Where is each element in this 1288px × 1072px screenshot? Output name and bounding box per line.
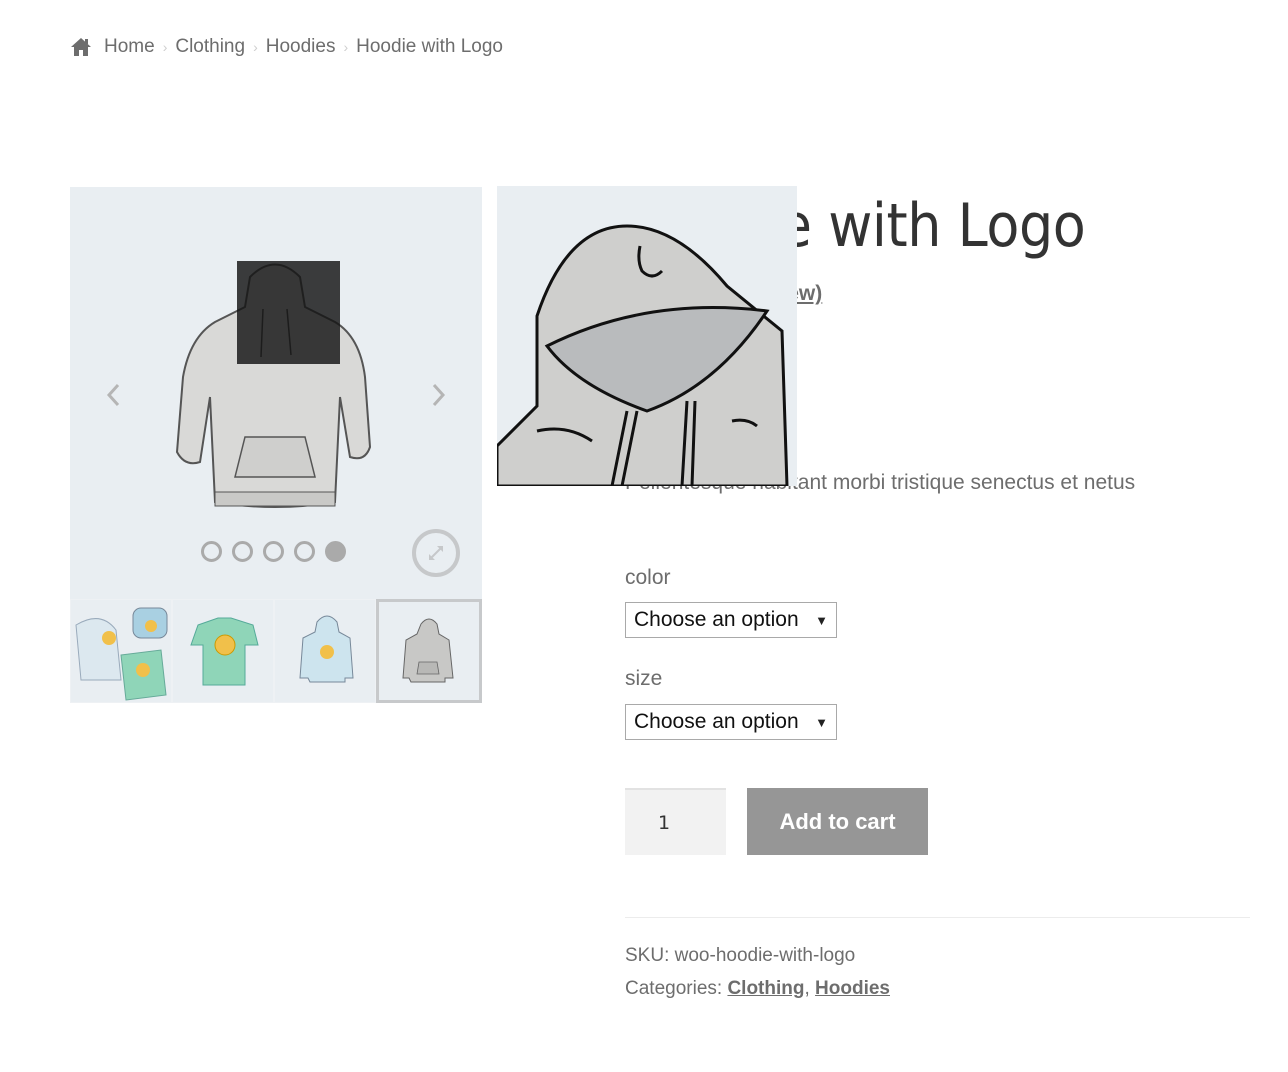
category-link-clothing[interactable]: Clothing bbox=[727, 978, 804, 999]
home-icon[interactable] bbox=[70, 37, 92, 57]
breadcrumb-hoodies[interactable]: Hoodies bbox=[266, 36, 336, 58]
thumbnail-set[interactable] bbox=[70, 599, 172, 703]
breadcrumb-separator: › bbox=[162, 39, 168, 55]
categories-line: Categories: Clothing, Hoodies bbox=[625, 978, 890, 999]
slider-dot[interactable] bbox=[201, 541, 222, 562]
chevron-left-icon[interactable] bbox=[104, 383, 124, 407]
product-gallery bbox=[70, 187, 482, 703]
zoom-preview-pane bbox=[497, 186, 797, 486]
breadcrumb-clothing[interactable]: Clothing bbox=[175, 36, 245, 58]
breadcrumb: Home › Clothing › Hoodies › Hoodie with … bbox=[70, 36, 503, 58]
zoom-lens bbox=[237, 261, 340, 364]
thumbnail-gray-hoodie[interactable] bbox=[376, 599, 482, 703]
size-label: size bbox=[625, 667, 663, 690]
thumbnail-blue-hoodie[interactable] bbox=[274, 599, 376, 703]
sku-line: SKU: woo-hoodie-with-logo bbox=[625, 945, 855, 967]
main-product-image[interactable] bbox=[70, 187, 482, 599]
product-page: Home › Clothing › Hoodies › Hoodie with … bbox=[0, 0, 1288, 1072]
thumbnail-tshirt[interactable] bbox=[172, 599, 274, 703]
caret-down-icon: ▼ bbox=[815, 714, 828, 730]
sku-label: SKU: bbox=[625, 945, 670, 966]
size-select-value: Choose an option bbox=[634, 710, 799, 733]
divider bbox=[625, 917, 1250, 918]
breadcrumb-home[interactable]: Home bbox=[104, 36, 155, 58]
slider-dot-active[interactable] bbox=[325, 541, 346, 562]
breadcrumb-current: Hoodie with Logo bbox=[356, 36, 503, 57]
thumbnail-strip bbox=[70, 599, 482, 703]
category-link-hoodies[interactable]: Hoodies bbox=[815, 978, 890, 999]
expand-icon bbox=[429, 546, 443, 560]
color-select-value: Choose an option bbox=[634, 608, 799, 631]
fullscreen-zoom-button[interactable] bbox=[412, 529, 460, 577]
caret-down-icon: ▼ bbox=[815, 612, 828, 628]
add-to-cart-button[interactable]: Add to cart bbox=[747, 788, 928, 855]
color-label: color bbox=[625, 566, 671, 589]
quantity-value: 1 bbox=[658, 811, 671, 834]
slider-dot[interactable] bbox=[232, 541, 253, 562]
breadcrumb-separator: › bbox=[253, 39, 258, 55]
slider-dot[interactable] bbox=[294, 541, 315, 562]
color-select[interactable]: Choose an option ▼ bbox=[625, 602, 837, 638]
categories-label: Categories: bbox=[625, 978, 723, 999]
slider-dots bbox=[201, 541, 346, 562]
slider-dot[interactable] bbox=[263, 541, 284, 562]
sku-value: woo-hoodie-with-logo bbox=[674, 945, 856, 966]
breadcrumb-separator: › bbox=[343, 39, 349, 55]
size-select[interactable]: Choose an option ▼ bbox=[625, 704, 837, 740]
chevron-right-icon[interactable] bbox=[428, 383, 448, 407]
quantity-input[interactable]: 1 bbox=[625, 788, 726, 855]
